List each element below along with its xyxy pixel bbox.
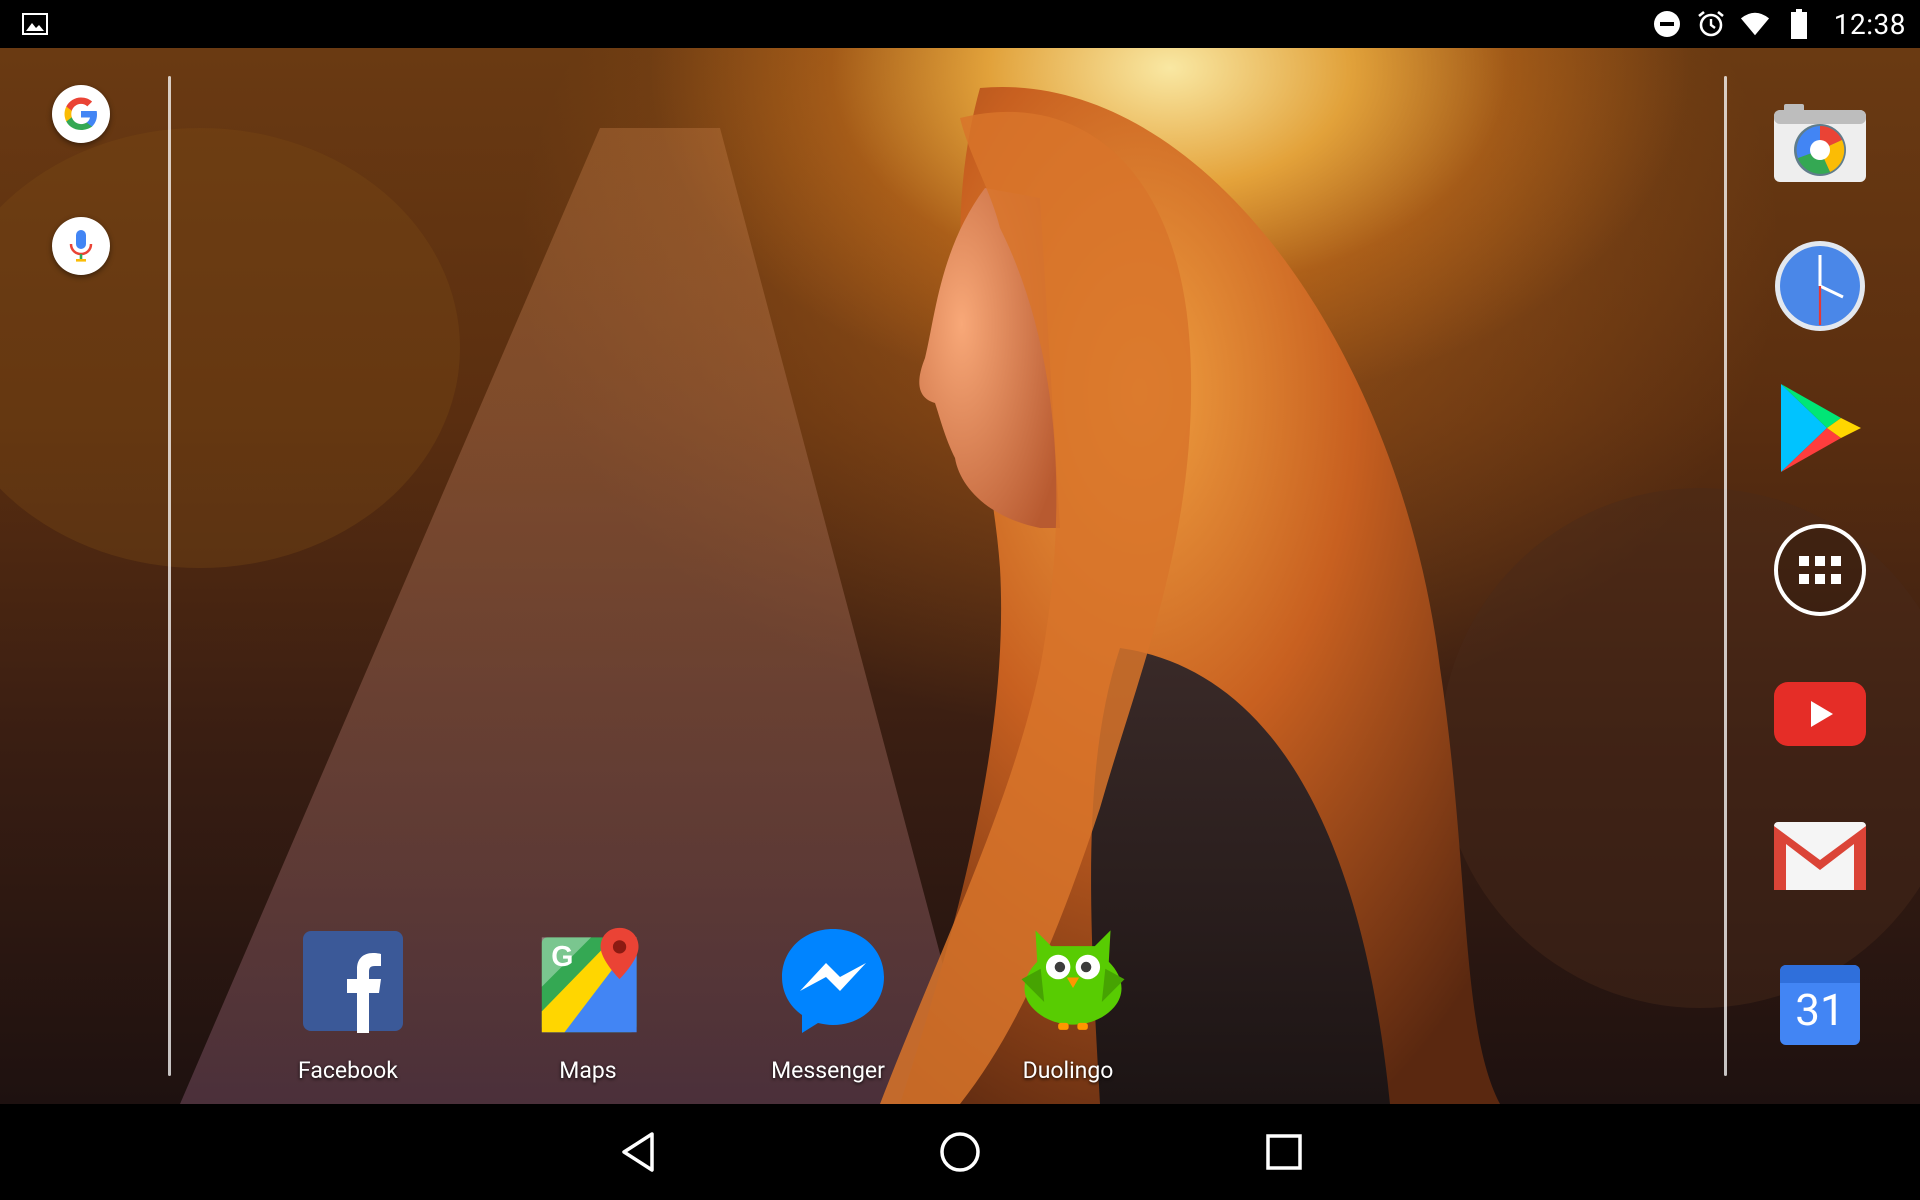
app-maps[interactable]: G Maps bbox=[488, 925, 688, 1085]
home-button[interactable] bbox=[930, 1124, 990, 1180]
left-divider bbox=[168, 76, 171, 1076]
dock-calendar[interactable]: 31 bbox=[1770, 954, 1870, 1054]
navigation-bar bbox=[0, 1104, 1920, 1200]
recents-button[interactable] bbox=[1254, 1124, 1314, 1180]
calendar-date: 31 bbox=[1795, 984, 1845, 1036]
maps-icon: G bbox=[538, 925, 648, 1037]
dock-app-drawer[interactable] bbox=[1770, 520, 1870, 620]
app-messenger[interactable]: Messenger bbox=[728, 925, 928, 1085]
status-icons: 12:38 bbox=[1652, 0, 1906, 48]
voice-search-button[interactable] bbox=[52, 217, 110, 275]
play-store-icon bbox=[1781, 384, 1861, 472]
app-facebook[interactable]: Facebook bbox=[248, 925, 448, 1085]
wifi-icon bbox=[1740, 9, 1770, 39]
camera-icon bbox=[1774, 104, 1866, 182]
back-icon bbox=[622, 1132, 654, 1172]
gmail-icon bbox=[1774, 822, 1866, 890]
home-icon bbox=[940, 1132, 980, 1172]
back-button[interactable] bbox=[608, 1124, 668, 1180]
app-label: Maps bbox=[559, 1057, 617, 1084]
app-label: Facebook bbox=[298, 1057, 398, 1084]
right-divider bbox=[1724, 76, 1727, 1076]
do-not-disturb-icon bbox=[1652, 9, 1682, 39]
google-search-button[interactable] bbox=[52, 85, 110, 143]
alarm-icon bbox=[1696, 9, 1726, 39]
app-drawer-icon bbox=[1774, 524, 1866, 616]
facebook-icon bbox=[298, 925, 408, 1037]
app-label: Messenger bbox=[771, 1057, 885, 1084]
dock-camera[interactable] bbox=[1770, 92, 1870, 192]
status-time: 12:38 bbox=[1833, 7, 1906, 41]
recents-icon bbox=[1266, 1134, 1302, 1170]
google-icon bbox=[64, 97, 97, 130]
messenger-icon bbox=[778, 925, 888, 1037]
app-duolingo[interactable]: Duolingo bbox=[968, 925, 1168, 1085]
battery-icon bbox=[1784, 9, 1814, 39]
image-notification-icon bbox=[22, 12, 48, 36]
duolingo-icon bbox=[1018, 925, 1128, 1037]
status-bar: 12:38 bbox=[0, 0, 1920, 48]
svg-text:G: G bbox=[551, 941, 573, 973]
dock-play-store[interactable] bbox=[1770, 378, 1870, 478]
clock-icon bbox=[1775, 241, 1865, 331]
youtube-icon bbox=[1774, 682, 1866, 746]
dock-clock[interactable] bbox=[1770, 236, 1870, 336]
microphone-icon bbox=[69, 230, 93, 262]
dock-gmail[interactable] bbox=[1770, 806, 1870, 906]
dock-youtube[interactable] bbox=[1770, 664, 1870, 764]
app-label: Duolingo bbox=[1022, 1057, 1114, 1084]
